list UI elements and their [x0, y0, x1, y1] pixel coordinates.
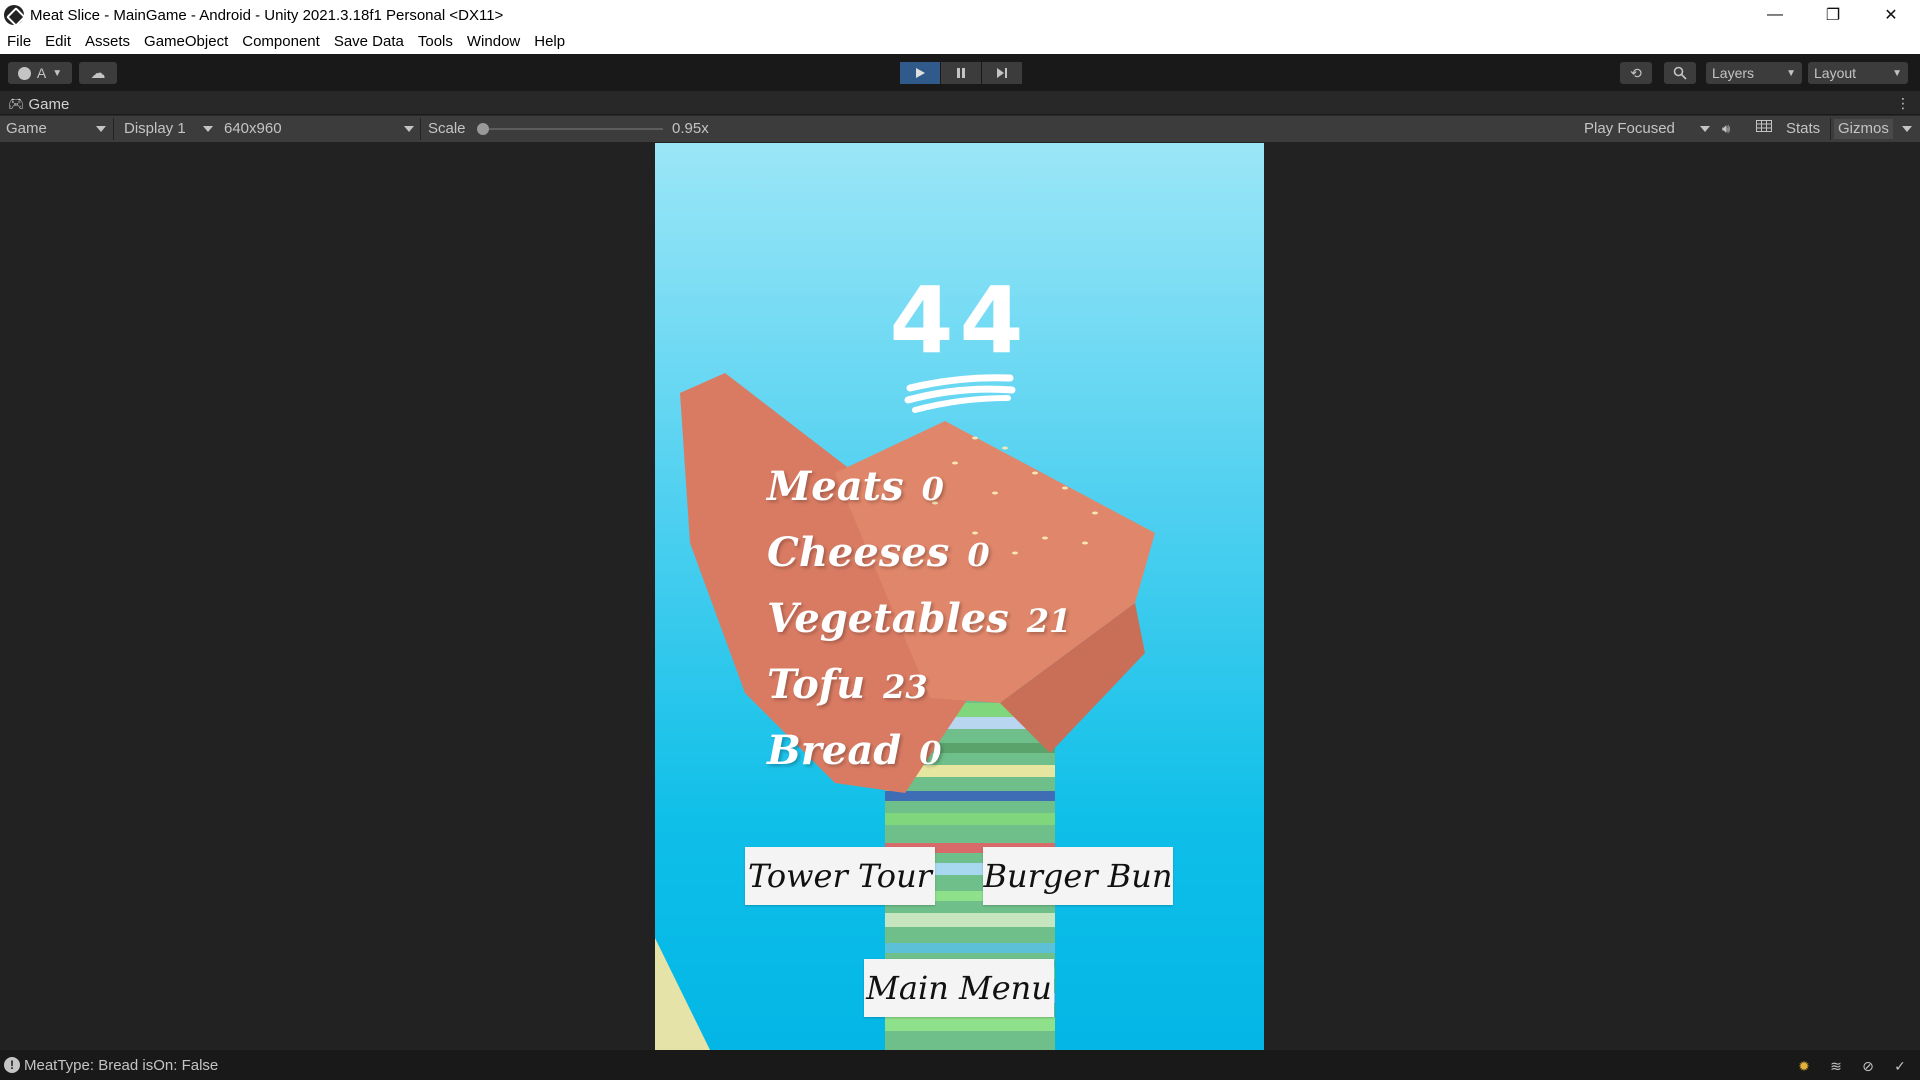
search-button[interactable]: [1664, 62, 1696, 84]
stat-label: Tofu: [767, 661, 866, 708]
chevron-down-icon: [96, 126, 106, 132]
menu-window[interactable]: Window: [460, 30, 527, 54]
layout-label: Layout: [1814, 65, 1857, 81]
auto-generate-lighting-icon[interactable]: ⊘: [1860, 1058, 1876, 1074]
layers-dropdown[interactable]: Layers ▼: [1706, 62, 1802, 84]
layout-dropdown[interactable]: Layout ▼: [1808, 62, 1908, 84]
stat-label: Bread: [767, 727, 902, 774]
maximize-button[interactable]: ❐: [1804, 0, 1862, 30]
view-mode-dropdown[interactable]: Game: [6, 119, 47, 139]
status-bar: ! MeatType: Bread isOn: False ✹ ≋ ⊘ ✓: [0, 1050, 1920, 1080]
account-label: A: [36, 65, 47, 81]
chevron-down-icon: ▼: [52, 67, 63, 79]
menu-gameobject[interactable]: GameObject: [137, 30, 235, 54]
window-title: Meat Slice - MainGame - Android - Unity …: [30, 6, 504, 24]
scale-slider-thumb[interactable]: [477, 123, 489, 135]
chevron-down-icon: [1700, 126, 1710, 132]
step-icon: [997, 68, 1007, 78]
history-icon: ⟲: [1630, 64, 1642, 81]
stat-vegetables: Vegetables 21: [767, 595, 1071, 661]
cache-server-icon[interactable]: ≋: [1828, 1058, 1844, 1074]
account-dropdown[interactable]: A ▼: [8, 62, 72, 84]
stat-value: 0: [921, 470, 944, 508]
divider: [420, 118, 421, 140]
menu-edit[interactable]: Edit: [38, 30, 78, 54]
menu-component[interactable]: Component: [235, 30, 327, 54]
title-bar: Meat Slice - MainGame - Android - Unity …: [0, 0, 1920, 30]
play-focused-dropdown[interactable]: Play Focused: [1584, 119, 1675, 139]
floor-slab: [655, 938, 710, 1050]
resolution-dropdown[interactable]: 640x960: [224, 119, 282, 139]
menu-save-data[interactable]: Save Data: [327, 30, 411, 54]
stat-value: 21: [1026, 602, 1072, 640]
mute-audio-icon[interactable]: 🔊︎: [1722, 119, 1730, 139]
search-icon: [1673, 66, 1687, 80]
stat-value: 0: [919, 734, 942, 772]
pause-button[interactable]: [941, 62, 981, 84]
main-menu-button[interactable]: Main Menu: [864, 959, 1054, 1017]
ingredient-stats: Meats 0 Cheeses 0 Vegetables 21 Tofu 23 …: [767, 463, 1071, 793]
tab-bar: 🎮︎ Game ⋮: [0, 91, 1920, 115]
menu-bar: File Edit Assets GameObject Component Sa…: [0, 30, 1920, 54]
step-button[interactable]: [982, 62, 1022, 84]
gizmos-toggle[interactable]: Gizmos: [1834, 119, 1893, 139]
game-view-toolbar: Game Display 1 640x960 Scale 0.95x Play …: [0, 116, 1920, 142]
tower-tour-button[interactable]: Tower Tour: [745, 847, 935, 905]
history-button[interactable]: ⟲: [1620, 62, 1652, 84]
burger-bun-button[interactable]: Burger Bun: [983, 847, 1173, 905]
minimize-button[interactable]: —: [1746, 0, 1804, 30]
menu-assets[interactable]: Assets: [78, 30, 137, 54]
tab-game[interactable]: 🎮︎ Game: [8, 94, 69, 114]
menu-file[interactable]: File: [0, 30, 38, 54]
chevron-down-icon: ▼: [1786, 67, 1796, 79]
progress-check-icon[interactable]: ✓: [1892, 1058, 1908, 1074]
menu-help[interactable]: Help: [527, 30, 572, 54]
chevron-down-icon: [1902, 126, 1912, 132]
stat-label: Meats: [767, 463, 904, 510]
stat-label: Vegetables: [767, 595, 1009, 642]
stat-meats: Meats 0: [767, 463, 1071, 529]
chevron-down-icon: ▼: [1892, 67, 1902, 79]
pause-icon: [957, 68, 965, 78]
playmode-controls: [900, 62, 1023, 84]
stat-cheeses: Cheeses 0: [767, 529, 1071, 595]
divider: [113, 118, 114, 140]
window-controls: — ❐ ✕: [1746, 0, 1920, 30]
chevron-down-icon: [203, 126, 213, 132]
tab-game-label: Game: [28, 95, 70, 113]
info-icon: !: [4, 1057, 20, 1073]
play-icon: [916, 68, 925, 78]
menu-tools[interactable]: Tools: [411, 30, 460, 54]
cloud-icon: ☁: [90, 65, 106, 82]
display-dropdown[interactable]: Display 1: [124, 119, 186, 139]
main-toolbar: A ▼ ☁ ⟲ Layers ▼ Layout ▼: [0, 54, 1920, 91]
scale-label: Scale: [428, 120, 466, 137]
score-value: 44: [889, 267, 1030, 374]
unity-logo-icon: [4, 5, 24, 25]
stat-value: 23: [883, 668, 928, 706]
chevron-down-icon: [404, 126, 414, 132]
debug-bug-icon[interactable]: ✹: [1796, 1058, 1812, 1074]
layers-label: Layers: [1712, 65, 1755, 81]
stat-label: Cheeses: [767, 529, 950, 576]
more-options-icon[interactable]: ⋮: [1896, 95, 1910, 112]
stats-toggle[interactable]: Stats: [1786, 119, 1820, 139]
score-underline-icon: [904, 374, 1016, 413]
scale-value: 0.95x: [672, 120, 709, 137]
game-screen[interactable]: 44 Meats 0 Cheeses 0 Vegetables 21 Tofu …: [655, 143, 1264, 1050]
stat-tofu: Tofu 23: [767, 661, 1071, 727]
gamepad-icon: 🎮︎: [8, 96, 25, 111]
console-message[interactable]: MeatType: Bread isOn: False: [24, 1057, 218, 1074]
close-button[interactable]: ✕: [1862, 0, 1920, 30]
stat-bread: Bread 0: [767, 727, 1071, 793]
cloud-button[interactable]: ☁: [79, 62, 117, 84]
account-icon: [17, 66, 31, 80]
play-button[interactable]: [900, 62, 940, 84]
stat-value: 0: [967, 536, 990, 574]
grid-icon[interactable]: [1756, 119, 1772, 139]
scale-slider-track[interactable]: [483, 128, 663, 130]
divider: [1830, 118, 1831, 140]
